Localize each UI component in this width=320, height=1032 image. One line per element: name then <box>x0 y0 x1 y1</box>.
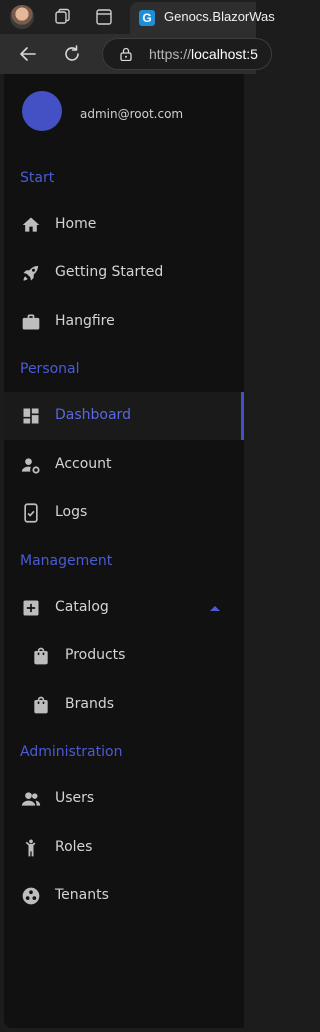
lock-icon[interactable] <box>119 47 133 61</box>
user-card[interactable]: admin@root.com <box>4 74 244 156</box>
tab-actions-icon[interactable] <box>95 8 113 26</box>
dashboard-icon <box>23 408 39 424</box>
phone-check-icon <box>24 503 38 523</box>
person-pose-icon <box>25 839 36 857</box>
app-area: admin@root.com Start Home Getting Starte… <box>0 74 256 1032</box>
account-settings-icon <box>21 458 40 474</box>
nav-item-label: Users <box>55 790 95 806</box>
collections-icon[interactable] <box>54 8 72 26</box>
briefcase-icon <box>22 314 40 330</box>
browser-tab-bar: G Genocs.BlazorWas <box>0 0 275 34</box>
section-start: Start <box>20 170 55 186</box>
nav-drawer: admin@root.com Start Home Getting Starte… <box>4 74 244 1028</box>
active-browser-tab[interactable]: G Genocs.BlazorWas <box>130 2 275 34</box>
nav-item-label: Tenants <box>55 887 109 903</box>
rocket-icon <box>23 265 39 281</box>
nav-item-label: Catalog <box>55 599 109 615</box>
nav-item-label: Home <box>55 216 97 232</box>
workspaces-icon <box>22 887 40 905</box>
chevron-up-icon[interactable] <box>209 603 221 613</box>
nav-item-label: Logs <box>55 504 88 520</box>
nav-item-label: Account <box>55 456 112 472</box>
section-administration: Administration <box>20 744 123 760</box>
url-text: https://localhost:5 <box>149 46 258 62</box>
nav-item-home[interactable]: Home <box>4 201 244 249</box>
tab-title: Genocs.BlazorWas <box>164 9 275 24</box>
back-arrow-icon[interactable] <box>18 44 38 64</box>
profile-avatar[interactable] <box>10 5 34 29</box>
nav-item-brands[interactable]: Brands <box>4 681 244 729</box>
browser-address-bar: https://localhost:5 <box>0 34 272 74</box>
nav-item-label: Products <box>65 647 126 663</box>
refresh-icon[interactable] <box>62 44 82 64</box>
nav-item-label: Dashboard <box>55 407 131 423</box>
nav-item-label: Getting Started <box>55 264 164 280</box>
shopping-bag-icon <box>34 696 48 714</box>
nav-item-users[interactable]: Users <box>4 775 244 823</box>
home-icon <box>22 217 40 232</box>
nav-item-hangfire[interactable]: Hangfire <box>4 298 244 346</box>
user-avatar[interactable] <box>22 91 62 131</box>
nav-item-tenants[interactable]: Tenants <box>4 872 244 920</box>
favicon-icon: G <box>139 10 155 26</box>
nav-item-catalog[interactable]: Catalog <box>4 584 244 632</box>
nav-item-account[interactable]: Account <box>4 441 244 489</box>
user-email: admin@root.com <box>80 107 184 121</box>
add-box-icon <box>23 600 39 616</box>
nav-item-label: Hangfire <box>55 313 115 329</box>
nav-item-dashboard[interactable]: Dashboard <box>4 392 244 440</box>
section-personal: Personal <box>20 361 80 377</box>
section-management: Management <box>20 553 113 569</box>
nav-item-label: Roles <box>55 839 93 855</box>
nav-item-label: Brands <box>65 696 114 712</box>
url-field[interactable]: https://localhost:5 <box>102 38 272 70</box>
nav-item-logs[interactable]: Logs <box>4 489 244 537</box>
nav-item-roles[interactable]: Roles <box>4 824 244 872</box>
nav-item-getting-started[interactable]: Getting Started <box>4 249 244 297</box>
people-icon <box>21 792 41 806</box>
shopping-bag-icon <box>34 647 48 665</box>
nav-item-products[interactable]: Products <box>4 632 244 680</box>
